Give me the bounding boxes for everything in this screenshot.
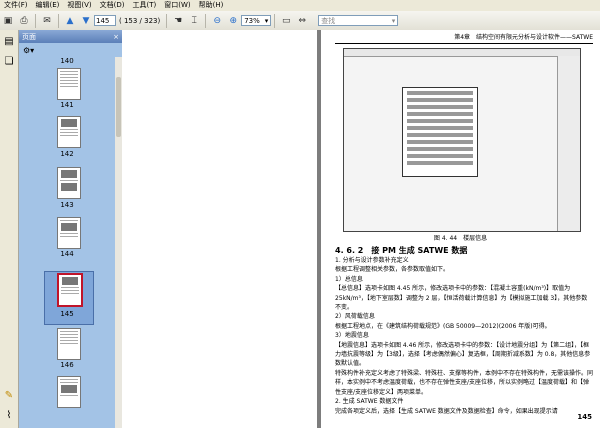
attachments-icon[interactable]: ⌇ xyxy=(3,410,15,422)
email-icon[interactable]: ✉ xyxy=(40,13,54,28)
thumbnail-page-142[interactable] xyxy=(57,116,81,148)
bookmarks-icon[interactable]: ❏ xyxy=(3,56,15,68)
figure-dialog xyxy=(402,87,478,177)
thumbnail-page-147[interactable] xyxy=(57,376,81,408)
pages-panel: 页面 × ⚙▾ 140 141 142 143 144 145 146 xyxy=(19,30,122,428)
thumbnail-label: 145 xyxy=(60,310,74,318)
zoom-out-icon[interactable]: ⊖ xyxy=(210,13,224,28)
figure-menu xyxy=(344,49,580,57)
menu-tools[interactable]: 工具(T) xyxy=(129,0,161,11)
page-header: 第4章 结构空间有限元分析与设计软件——SATWE xyxy=(335,32,593,44)
document-area: 第4章 结构空间有限元分析与设计软件——SATWE 图 4. 44 楼层信息 4… xyxy=(122,30,600,428)
search-placeholder: 查找 xyxy=(321,16,336,25)
paragraph: 2. 生成 SATWE 数据文件 xyxy=(335,398,404,406)
menu-view[interactable]: 视图(V) xyxy=(63,0,95,11)
select-tool-icon[interactable]: ⌶ xyxy=(187,13,201,28)
paragraph: 【地震信息】选项卡如图 4.46 所示，修改选项卡中的参数：【设计地震分组】为【… xyxy=(335,341,591,368)
paragraph: 根据工程地点，在《建筑结构荷载规范》(GB 50009—2012)(2006 年… xyxy=(335,322,551,330)
chevron-down-icon: ▾ xyxy=(391,16,396,25)
options-icon[interactable]: ⚙▾ xyxy=(23,46,34,55)
panel-title: 页面 xyxy=(22,32,36,41)
panel-header: 页面 × xyxy=(19,30,122,43)
toolbar-divider xyxy=(35,13,36,28)
page-number-input[interactable] xyxy=(94,15,116,26)
figure-screenshot xyxy=(343,48,581,232)
thumbnail-list: 140 141 142 143 144 145 146 xyxy=(19,57,115,428)
paragraph: 3）地震信息 xyxy=(335,332,369,340)
thumbnail-label: 146 xyxy=(60,361,74,369)
menu-window[interactable]: 窗口(W) xyxy=(160,0,194,11)
menu-edit[interactable]: 编辑(E) xyxy=(32,0,64,11)
toolbar: ▣ ⎙ ✉ ▲ ▼ ( 153 / 323) ☚ ⌶ ⊖ ⊕ 73% ▾ ▭ ⇔… xyxy=(0,11,600,31)
fit-page-icon[interactable]: ▭ xyxy=(279,13,293,28)
thumbnail-page-143[interactable] xyxy=(57,167,81,199)
menu-bar: 文件(F) 编辑(E) 视图(V) 文档(D) 工具(T) 窗口(W) 帮助(H… xyxy=(0,0,600,11)
panel-toolbar: ⚙▾ xyxy=(19,43,122,57)
navigation-strip: ▤ ❏ ✎ ⌇ xyxy=(0,30,19,428)
chevron-down-icon: ▾ xyxy=(264,16,269,25)
figure-side-menu xyxy=(557,56,580,231)
thumbnail-label: 143 xyxy=(60,201,74,209)
hand-tool-icon[interactable]: ☚ xyxy=(171,13,185,28)
save-icon[interactable]: ▣ xyxy=(1,13,15,28)
paragraph: 特殊构件补充定义考虑了特殊梁、特殊柱、支撑等构件，本例中不存在特殊构件，无需该操… xyxy=(335,369,594,396)
pages-icon[interactable]: ▤ xyxy=(3,36,15,48)
close-icon[interactable]: × xyxy=(113,33,119,41)
figure-caption: 图 4. 44 楼层信息 xyxy=(433,235,488,242)
thumbnail-label: 141 xyxy=(60,101,74,109)
zoom-in-icon[interactable]: ⊕ xyxy=(226,13,240,28)
toolbar-divider xyxy=(58,13,59,28)
thumbnail-page-141[interactable] xyxy=(57,68,81,100)
scrollbar-thumb[interactable] xyxy=(116,77,121,137)
thumbnail-label: 144 xyxy=(60,250,74,258)
prev-page-icon[interactable]: ▲ xyxy=(63,13,77,28)
page-count: ( 153 / 323) xyxy=(119,16,161,25)
menu-file[interactable]: 文件(F) xyxy=(0,0,32,11)
paragraph: 2）风荷载信息 xyxy=(335,313,375,321)
paragraph: 【总信息】选项卡如图 4.45 所示，修改选项卡中的参数：【混凝土容重(kN/m… xyxy=(335,285,588,312)
paragraph: 完成各项定义后，选择【生成 SATWE 数据文件及数据检查】命令，如果出现提示请 xyxy=(335,407,558,415)
next-page-icon[interactable]: ▼ xyxy=(79,13,93,28)
previous-page xyxy=(122,30,317,428)
comments-icon[interactable]: ✎ xyxy=(3,390,15,402)
zoom-select[interactable]: 73% ▾ xyxy=(241,15,272,26)
paragraph: 1）总信息 xyxy=(335,275,363,283)
thumbnail-label: 142 xyxy=(60,150,74,158)
paragraph: 根据工程调整相关参数，各参数取值如下。 xyxy=(335,266,450,274)
page-number: 145 xyxy=(577,413,592,421)
toolbar-divider xyxy=(274,13,276,28)
current-page: 第4章 结构空间有限元分析与设计软件——SATWE 图 4. 44 楼层信息 4… xyxy=(321,30,600,428)
thumbnail-page-144[interactable] xyxy=(57,217,81,249)
zoom-value: 73% xyxy=(244,16,260,25)
menu-help[interactable]: 帮助(H) xyxy=(195,0,228,11)
toolbar-divider xyxy=(205,13,207,28)
panel-scrollbar[interactable] xyxy=(115,57,122,428)
toolbar-divider xyxy=(166,13,168,28)
paragraph: 1. 分析与设计参数补充定义 xyxy=(335,257,409,264)
page-body: 1. 分析与设计参数补充定义 根据工程调整相关参数，各参数取值如下。 1）总信息… xyxy=(335,256,593,416)
section-heading: 4. 6. 2 接 PM 生成 SATWE 数据 xyxy=(335,246,468,255)
thumbnail-label: 140 xyxy=(60,57,74,65)
search-input[interactable]: 查找 ▾ xyxy=(318,15,399,26)
thumbnail-page-146[interactable] xyxy=(57,328,81,360)
fit-width-icon[interactable]: ⇔ xyxy=(295,13,309,28)
print-icon[interactable]: ⎙ xyxy=(17,13,31,28)
menu-document[interactable]: 文档(D) xyxy=(96,0,129,11)
thumbnail-page-145[interactable] xyxy=(57,273,83,307)
